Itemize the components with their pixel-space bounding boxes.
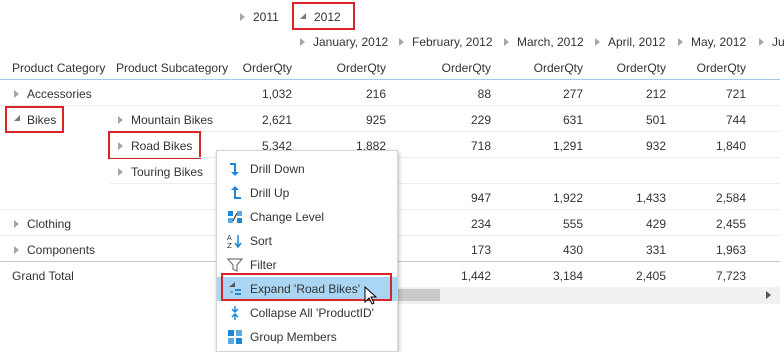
cell: 234 [470,217,491,231]
menu-item-label: Change Level [250,210,325,224]
grand-total-label: Grand Total [12,269,74,283]
row-category-components[interactable]: Components [27,243,95,257]
row-subcategory-mountain-bikes[interactable]: Mountain Bikes [131,113,213,127]
cell: 229 [470,113,491,127]
expand-year-2011-icon[interactable] [240,13,245,21]
product-category-header[interactable]: Product Category [12,61,105,75]
menu-item-label: Sort [250,234,273,248]
row-divider [110,131,780,132]
month-header[interactable]: May, 2012 [691,35,746,49]
svg-text:Z: Z [227,242,232,249]
header-divider [0,79,780,80]
menu-item-sort[interactable]: AZ Sort [217,229,397,253]
cell: 430 [562,243,583,257]
cell: 501 [645,113,666,127]
cell: 331 [645,243,666,257]
month-header[interactable]: January, 2012 [313,35,388,49]
context-menu: Drill Down Drill Up Change Level AZ Sort… [216,150,398,352]
cell: 1,922 [552,191,583,205]
measure-header[interactable]: OrderQty [600,61,666,75]
road-bikes-highlight [108,131,201,159]
cell: 1,032 [261,87,292,101]
row-category-clothing[interactable]: Clothing [27,217,71,231]
menu-item-label: Filter [250,258,277,272]
month-expand-icon[interactable] [759,38,764,46]
cell: 631 [562,113,583,127]
cell: 718 [470,139,491,153]
cell: 173 [470,243,491,257]
drill-down-icon [227,161,243,177]
cell: 277 [562,87,583,101]
collapse-all-icon [227,305,243,321]
menu-item-drill-up[interactable]: Drill Up [217,181,397,205]
menu-item-label: Collapse All 'ProductID' [250,306,374,320]
cell: 212 [645,87,666,101]
cell: 947 [470,191,491,205]
month-expand-icon[interactable] [595,38,600,46]
cell: 721 [725,87,746,101]
expand-touring-bikes-icon[interactable] [118,168,123,176]
cell: 2,584 [715,191,746,205]
month-header[interactable]: February, 2012 [412,35,493,49]
row-divider [110,183,780,184]
row-divider [110,157,780,158]
cell: 1,442 [460,269,491,283]
cell: 2,455 [715,217,746,231]
group-members-icon [227,329,243,345]
drill-up-icon [227,185,243,201]
month-expand-icon[interactable] [504,38,509,46]
scroll-right-arrow-icon[interactable] [766,291,771,299]
cell: 744 [725,113,746,127]
measure-header[interactable]: OrderQty [680,61,746,75]
cell: 1,433 [635,191,666,205]
expand-clothing-icon[interactable] [14,220,19,228]
cell: 216 [365,87,386,101]
cell: 1,963 [715,243,746,257]
month-expand-icon[interactable] [300,38,305,46]
menu-item-label: Drill Down [250,162,305,176]
scrollbar-thumb[interactable] [397,289,440,301]
cell: 925 [365,113,386,127]
row-category-accessories[interactable]: Accessories [27,87,92,101]
menu-item-change-level[interactable]: Change Level [217,205,397,229]
expand-mountain-bikes-icon[interactable] [118,116,123,124]
cell: 555 [562,217,583,231]
cell: 1,840 [715,139,746,153]
cell: 2,405 [635,269,666,283]
month-header[interactable]: April, 2012 [608,35,665,49]
cell: 932 [645,139,666,153]
expand-accessories-icon[interactable] [14,90,19,98]
month-header[interactable]: March, 2012 [517,35,584,49]
product-subcategory-header[interactable]: Product Subcategory [116,61,228,75]
measure-header[interactable]: OrderQty [226,61,292,75]
menu-item-label: Group Members [250,330,337,344]
expand-components-icon[interactable] [14,246,19,254]
sort-icon: AZ [227,233,243,250]
menu-item-group-members[interactable]: Group Members [217,325,397,349]
change-level-icon [227,209,243,225]
month-expand-icon[interactable] [678,38,683,46]
row-subcategory-touring-bikes[interactable]: Touring Bikes [131,165,203,179]
filter-icon [226,257,244,273]
year-2011-header[interactable]: 2011 [253,10,279,24]
month-header[interactable]: Ju [772,35,784,49]
cell: 88 [477,87,491,101]
year-2012-highlight [292,2,355,30]
measure-header[interactable]: OrderQty [320,61,386,75]
svg-text:A: A [227,234,232,242]
row-divider [0,105,780,106]
month-expand-icon[interactable] [399,38,404,46]
menu-item-drill-down[interactable]: Drill Down [217,157,397,181]
cell: 3,184 [552,269,583,283]
cell: 2,621 [261,113,292,127]
horizontal-scrollbar[interactable] [397,287,780,304]
mouse-cursor-icon [364,286,378,305]
menu-item-label: Drill Up [250,186,290,200]
measure-header[interactable]: OrderQty [517,61,583,75]
cell: 429 [645,217,666,231]
cell: 7,723 [715,269,746,283]
bikes-highlight [5,106,64,133]
measure-header[interactable]: OrderQty [425,61,491,75]
cell: 1,291 [552,139,583,153]
